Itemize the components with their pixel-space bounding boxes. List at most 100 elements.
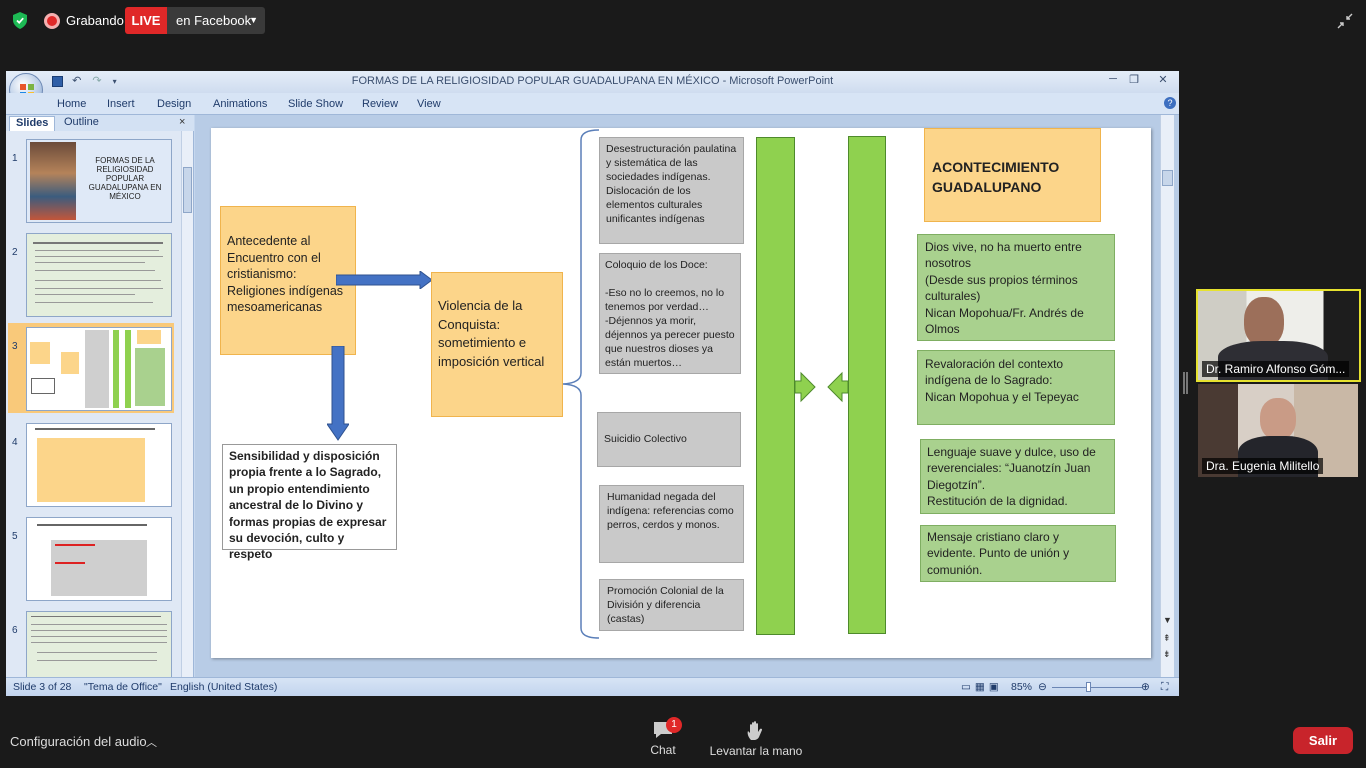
green-box-1[interactable]: Dios vive, no ha muerto entre nosotros (… [917,234,1115,341]
green-bar-right [848,136,886,634]
live-badge[interactable]: LIVE [125,7,167,34]
acontecimiento-box[interactable]: ACONTECIMIENTO GUADALUPANO [924,128,1101,222]
zoom-level[interactable]: 85% [1011,681,1032,693]
tab-animations[interactable]: Animations [213,98,267,110]
next-slide-icon[interactable]: ⇟ [1163,649,1171,660]
arrow-right-icon [336,271,432,289]
sensibilidad-box[interactable]: Sensibilidad y disposición propia frente… [222,444,397,561]
thumb-number: 5 [12,531,18,542]
zoom-slider-thumb[interactable] [1086,682,1091,692]
slide-vertical-scrollbar[interactable]: ▼ ⇞ ⇟ [1160,115,1174,677]
tab-outline[interactable]: Outline [58,116,105,131]
chat-unread-badge: 1 [666,717,682,733]
ppt-title-bar: FORMAS DE LA RELIGIOSIDAD POPULAR GUADAL… [6,71,1179,93]
participant-video-2[interactable]: Dra. Eugenia Militello [1198,384,1358,477]
tab-review[interactable]: Review [362,98,398,110]
zoom-slider[interactable] [1052,687,1142,688]
thumb-number: 4 [12,437,18,448]
pane-tabs: Slides Outline × [6,115,194,131]
person-head [1260,398,1296,440]
theme-name: "Tema de Office" [84,681,162,693]
person-head [1244,297,1284,347]
fit-window-icon[interactable]: ⛶ [1161,681,1168,694]
participant-name: Dra. Eugenia Militello [1202,458,1324,474]
slide-thumbnail-2[interactable] [26,233,172,317]
ppt-window-title: FORMAS DE LA RELIGIOSIDAD POPULAR GUADAL… [351,75,834,87]
hand-icon [747,721,763,740]
restore-icon[interactable]: ❐ [1124,73,1144,86]
raise-hand-label: Levantar la mano [709,744,803,758]
slides-pane: 1 FORMAS DE LA RELIGIOSIDAD POPULAR GUAD… [6,131,194,677]
quick-access-toolbar: ↶ ↷ ▾ [52,74,117,87]
minimize-icon[interactable]: ─ [1103,73,1123,85]
caret-up-icon[interactable]: ︿ [146,734,157,750]
thumb-number: 1 [12,153,18,164]
scroll-down-icon[interactable]: ▼ [1163,615,1172,625]
bracket-icon [562,129,600,639]
slide-counter: Slide 3 of 28 [13,681,72,693]
tab-view[interactable]: View [417,98,441,110]
participant-name: Dr. Ramiro Alfonso Góm... [1202,361,1350,377]
arrow-down-icon [327,346,349,441]
previous-slide-icon[interactable]: ⇞ [1163,633,1171,644]
audio-settings-label[interactable]: Configuración del audio [10,734,147,749]
scroll-thumb[interactable] [183,167,192,213]
exit-fullscreen-icon[interactable] [1336,12,1354,30]
scroll-thumb[interactable] [1162,170,1173,186]
redo-icon[interactable]: ↷ [92,75,101,87]
security-shield-icon[interactable] [12,12,28,29]
undo-icon[interactable]: ↶ [72,75,81,87]
thumb-title: FORMAS DE LA RELIGIOSIDAD POPULAR GUADAL… [88,156,162,201]
language-status[interactable]: English (United States) [170,681,277,693]
tab-insert[interactable]: Insert [107,98,135,110]
powerpoint-window: FORMAS DE LA RELIGIOSIDAD POPULAR GUADAL… [6,71,1179,696]
gray-box-1[interactable]: Desestructuración paulatina y sistemátic… [599,137,744,244]
zoom-bottom-bar: Configuración del audio ︿ Chat 1 Levanta… [0,712,1366,768]
ribbon-tabs: Home Insert Design Animations Slide Show… [6,93,1179,115]
gray-box-3[interactable]: Suicidio Colectivo [597,412,741,467]
thumb-number: 2 [12,247,18,258]
raise-hand-button[interactable]: Levantar la mano [706,720,806,758]
live-destination-label: en Facebook [176,13,252,28]
close-icon[interactable]: ✕ [1153,73,1173,86]
violencia-box[interactable]: Violencia de la Conquista: sometimiento … [431,272,563,417]
tab-slides[interactable]: Slides [9,116,56,131]
gray-box-4[interactable]: Humanidad negada del indígena: referenci… [599,485,744,563]
recording-icon [44,13,60,29]
slide-thumbnail-4[interactable] [26,423,172,507]
leave-button[interactable]: Salir [1293,727,1353,754]
tab-slide-show[interactable]: Slide Show [288,98,343,110]
help-icon[interactable]: ? [1164,97,1176,109]
ppt-status-bar: Slide 3 of 28 "Tema de Office" English (… [6,677,1179,696]
chat-label: Chat [650,743,676,757]
slide-3[interactable]: Antecedente al Encuentro con el cristian… [211,128,1151,658]
green-box-3[interactable]: Lenguaje suave y dulce, uso de reverenci… [920,439,1115,514]
converging-arrows-icon [795,371,848,403]
slide-thumbnail-3[interactable] [26,327,172,411]
thumb-number: 6 [12,625,18,636]
tab-design[interactable]: Design [157,98,191,110]
gray-box-5[interactable]: Promoción Colonial de la División y dife… [599,579,744,631]
zoom-top-bar: Grabando LIVE en Facebook ▼ [0,0,1366,42]
virgin-image [30,142,76,220]
view-buttons-icon[interactable]: ▭▦▣ [961,681,1003,693]
caret-down-icon: ▼ [249,15,258,25]
green-box-2[interactable]: Revaloración del contexto indígena de lo… [917,350,1115,425]
collapse-videos-handle[interactable] [1183,372,1188,394]
zoom-in-icon[interactable]: ⊕ [1141,681,1150,693]
customize-toolbar-icon[interactable]: ▾ [113,77,117,86]
live-destination-dropdown[interactable]: en Facebook ▼ [167,7,265,34]
slide-thumbnail-5[interactable] [26,517,172,601]
participant-video-1[interactable]: Dr. Ramiro Alfonso Góm... [1196,289,1361,382]
green-bar-left [756,137,795,635]
save-icon[interactable] [52,75,63,87]
green-box-4[interactable]: Mensaje cristiano claro y evidente. Punt… [920,525,1116,582]
thumb-number: 3 [12,341,18,352]
gray-box-2[interactable]: Coloquio de los Doce: -Eso no lo creemos… [599,253,741,374]
close-pane-icon[interactable]: × [179,116,185,128]
zoom-out-icon[interactable]: ⊖ [1038,681,1047,693]
pane-scrollbar[interactable] [181,131,193,677]
slide-thumbnail-6[interactable] [26,611,172,677]
slide-thumbnail-1[interactable]: FORMAS DE LA RELIGIOSIDAD POPULAR GUADAL… [26,139,172,223]
tab-home[interactable]: Home [57,98,86,110]
